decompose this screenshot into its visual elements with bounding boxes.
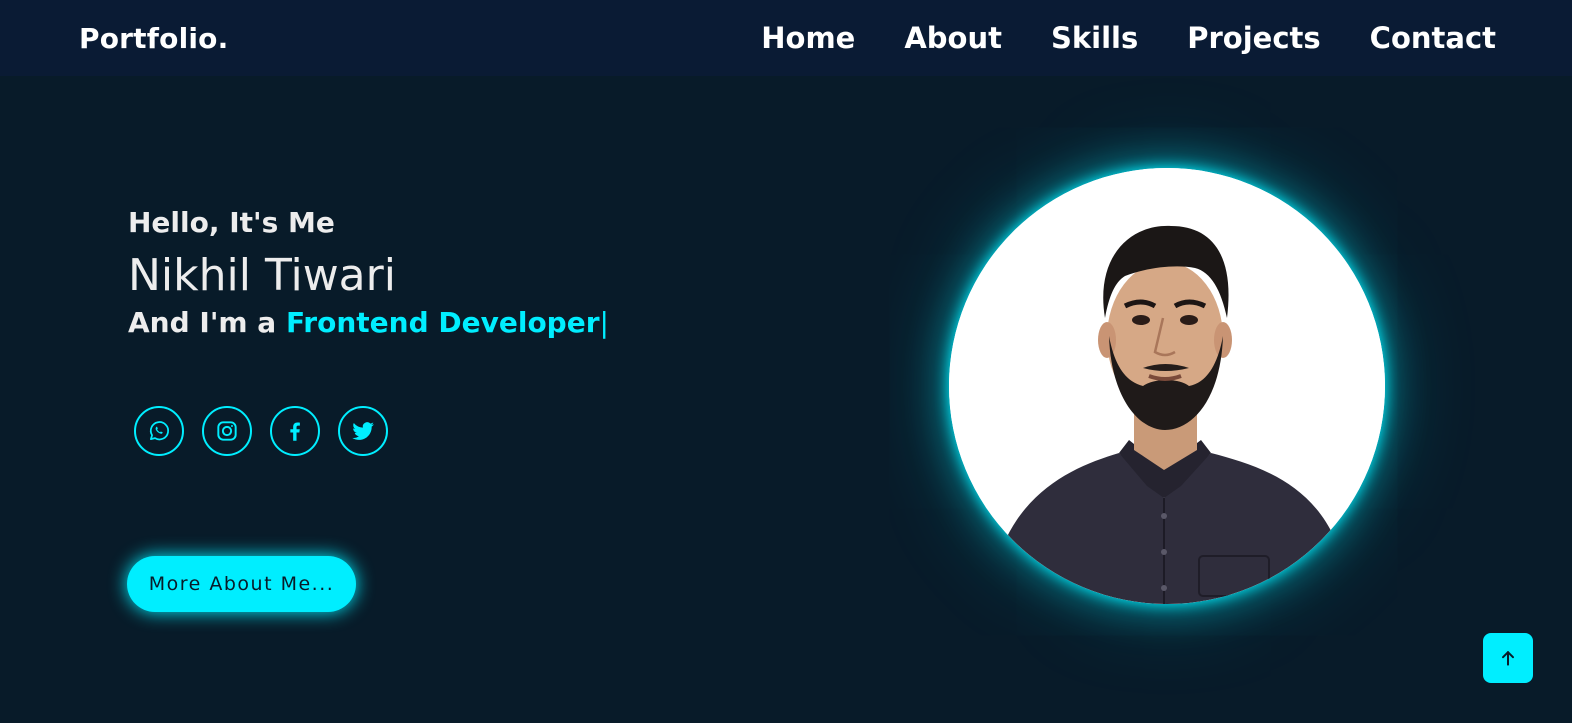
main-nav: Home About Skills Projects Contact	[761, 21, 1496, 55]
nav-link-contact[interactable]: Contact	[1370, 21, 1496, 55]
hero-name: Nikhil Tiwari	[128, 250, 396, 301]
hero-role: And I'm a Frontend Developer|	[128, 303, 609, 343]
twitter-icon	[352, 422, 374, 440]
profile-photo	[949, 168, 1385, 604]
facebook-link[interactable]	[270, 406, 320, 456]
instagram-link[interactable]	[202, 406, 252, 456]
whatsapp-icon	[149, 421, 169, 441]
hero-content: Hello, It's Me Nikhil Tiwari And I'm a F…	[128, 205, 609, 343]
role-highlight: Frontend Developer	[285, 306, 600, 339]
social-links	[134, 406, 388, 456]
site-logo[interactable]: Portfolio.	[79, 22, 228, 55]
portrait-illustration	[949, 168, 1385, 604]
site-header: Portfolio. Home About Skills Projects Co…	[0, 0, 1572, 76]
portfolio-page: Portfolio. Home About Skills Projects Co…	[0, 0, 1572, 723]
instagram-icon	[217, 421, 237, 441]
nav-link-about[interactable]: About	[904, 21, 1002, 55]
role-prefix: And I'm a	[128, 306, 286, 339]
facebook-icon	[290, 422, 300, 441]
more-about-me-button[interactable]: More About Me...	[127, 556, 356, 612]
hero-greeting: Hello, It's Me	[128, 206, 335, 239]
twitter-link[interactable]	[338, 406, 388, 456]
nav-link-home[interactable]: Home	[761, 21, 855, 55]
typing-cursor: |	[599, 306, 609, 339]
whatsapp-link[interactable]	[134, 406, 184, 456]
arrow-up-icon	[1502, 651, 1514, 666]
nav-link-projects[interactable]: Projects	[1187, 21, 1320, 55]
scroll-to-top-button[interactable]	[1483, 633, 1533, 683]
nav-link-skills[interactable]: Skills	[1051, 21, 1138, 55]
